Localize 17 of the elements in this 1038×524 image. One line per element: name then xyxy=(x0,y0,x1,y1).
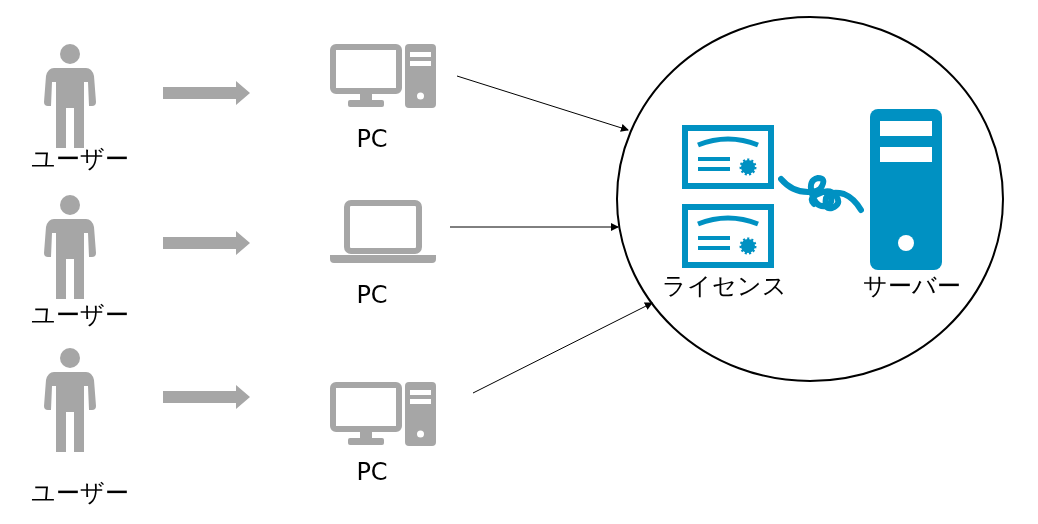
pc-label: PC xyxy=(356,458,388,486)
person-icon xyxy=(44,195,96,299)
certificate-icon xyxy=(682,125,774,189)
certificate-icon xyxy=(682,204,774,268)
person-icon xyxy=(44,348,96,452)
user-label: ユーザー xyxy=(31,301,129,329)
user-label: ユーザー xyxy=(31,145,129,173)
server-label: サーバー xyxy=(863,272,961,300)
pc-label: PC xyxy=(356,281,388,309)
desktop-computer-icon xyxy=(330,382,436,446)
desktop-computer-icon xyxy=(330,44,436,108)
person-icon xyxy=(44,44,96,148)
user-label: ユーザー xyxy=(31,479,129,507)
laptop-icon xyxy=(330,200,436,263)
license-label: ライセンス xyxy=(661,272,787,300)
pc-label: PC xyxy=(356,125,388,153)
server-icon xyxy=(870,109,942,270)
